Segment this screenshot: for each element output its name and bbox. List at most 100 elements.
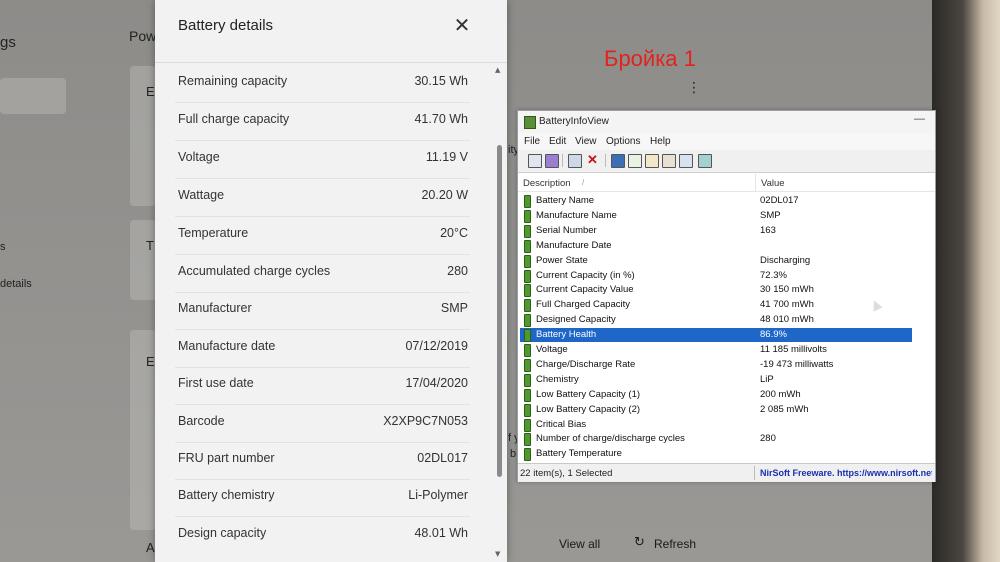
- battery-icon: [524, 299, 531, 313]
- toolbar-separator: [605, 154, 606, 167]
- list-row[interactable]: Current Capacity Value 30 150 mWh: [520, 283, 912, 298]
- exit-icon[interactable]: [698, 154, 712, 168]
- options-icon[interactable]: [679, 154, 693, 168]
- copy-icon[interactable]: [645, 154, 659, 168]
- card-letter-fragment: E: [146, 354, 155, 369]
- detail-label: Accumulated charge cycles: [178, 264, 331, 278]
- row-description: Chemistry: [536, 373, 579, 385]
- list-row[interactable]: Battery Temperature: [520, 447, 912, 462]
- column-separator[interactable]: [755, 174, 756, 191]
- menu-view[interactable]: View: [575, 136, 597, 147]
- panel-title: Battery details: [178, 17, 274, 34]
- battery-icon: [524, 418, 531, 432]
- properties-icon[interactable]: [528, 154, 542, 168]
- row-value: 163: [760, 224, 776, 236]
- detail-row: Battery chemistry Li-Polymer: [175, 478, 470, 517]
- detail-row: Voltage 11.19 V: [175, 140, 470, 179]
- battery-icon: [524, 195, 531, 208]
- battery-log-icon[interactable]: [545, 154, 559, 168]
- detail-value: 02DL017: [417, 451, 468, 465]
- detail-row: Full charge capacity 41.70 Wh: [175, 102, 470, 141]
- minimize-icon[interactable]: —: [914, 113, 925, 125]
- row-value: LiP: [760, 373, 774, 385]
- list-row[interactable]: Serial Number 163: [520, 224, 912, 238]
- more-options-icon[interactable]: ⋮: [687, 80, 701, 96]
- list-row[interactable]: Battery Name 02DL017: [520, 194, 912, 208]
- list-row[interactable]: Low Battery Capacity (1) 200 mWh: [520, 388, 912, 402]
- detail-label: Barcode: [178, 414, 225, 428]
- detail-value: 280: [447, 264, 468, 278]
- menu-help[interactable]: Help: [650, 136, 671, 147]
- list-row[interactable]: Low Battery Capacity (2) 2 085 mWh: [520, 403, 912, 417]
- row-description: Current Capacity (in %): [536, 269, 635, 281]
- row-value: 86.9%: [760, 329, 787, 341]
- list-header: Description / Value: [518, 174, 935, 192]
- detail-value: 20°C: [440, 226, 468, 240]
- detail-label: Voltage: [178, 150, 220, 164]
- list-row[interactable]: Number of charge/discharge cycles 280: [520, 432, 912, 447]
- delete-icon[interactable]: ✕: [587, 152, 598, 168]
- settings-nav-details-fragment[interactable]: details: [0, 278, 32, 290]
- detail-value: 41.70 Wh: [414, 112, 468, 126]
- list-row[interactable]: Battery Health 86.9%: [520, 328, 912, 343]
- list-row[interactable]: Full Charged Capacity 41 700 mWh: [520, 298, 912, 313]
- detail-value: 17/04/2020: [405, 376, 468, 390]
- row-description: Low Battery Capacity (1): [536, 388, 641, 400]
- status-bar: 22 item(s), 1 Selected NirSoft Freeware.…: [518, 463, 935, 482]
- battery-icon: [524, 344, 531, 357]
- list-row[interactable]: Charge/Discharge Rate -19 473 milliwatts: [520, 358, 912, 372]
- detail-label: Battery chemistry: [178, 488, 275, 502]
- battery-icon: [524, 448, 531, 462]
- settings-card: [130, 220, 156, 300]
- row-value: 11 185 millivolts: [760, 344, 827, 355]
- detail-label: FRU part number: [178, 451, 275, 465]
- monitor-bezel: [932, 0, 1000, 562]
- scroll-up-arrow-icon[interactable]: ▲: [495, 66, 504, 74]
- list-row[interactable]: Voltage 11 185 millivolts: [520, 343, 912, 357]
- save-icon[interactable]: [611, 154, 625, 168]
- detail-row: FRU part number 02DL017: [175, 441, 470, 480]
- html-report-icon[interactable]: [662, 154, 676, 168]
- detail-label: Wattage: [178, 188, 225, 202]
- window-icon[interactable]: [568, 154, 582, 168]
- row-value: 41 700 mWh: [760, 299, 814, 311]
- nirsoft-link[interactable]: NirSoft Freeware. https://www.nirsoft.ne…: [760, 468, 932, 478]
- close-icon[interactable]: ✕: [451, 14, 473, 36]
- column-value[interactable]: Value: [761, 178, 785, 189]
- row-description: Designed Capacity: [536, 314, 616, 326]
- row-value: 72.3%: [760, 269, 787, 281]
- column-description[interactable]: Description: [523, 178, 571, 189]
- row-value: -19 473 milliwatts: [760, 358, 834, 370]
- list-row[interactable]: Manufacture Date: [520, 239, 912, 253]
- list-row[interactable]: Power State Discharging: [520, 254, 912, 268]
- detail-value: 07/12/2019: [405, 339, 468, 353]
- refresh-icon[interactable]: ↻: [634, 535, 645, 550]
- refresh-list-icon[interactable]: [628, 154, 642, 168]
- row-value: 48 010 mWh: [760, 314, 814, 326]
- refresh-button[interactable]: Refresh: [654, 537, 696, 551]
- row-value: 02DL017: [760, 195, 799, 206]
- list-row[interactable]: Critical Bias: [520, 418, 912, 432]
- list-row[interactable]: Chemistry LiP: [520, 373, 912, 387]
- menu-edit[interactable]: Edit: [549, 136, 566, 147]
- menu-file[interactable]: File: [524, 136, 540, 147]
- detail-row: First use date 17/04/2020: [175, 366, 470, 405]
- scroll-down-arrow-icon[interactable]: ▼: [495, 550, 504, 558]
- list-row[interactable]: Current Capacity (in %) 72.3%: [520, 269, 912, 283]
- view-all-button[interactable]: View all: [559, 537, 600, 551]
- list-row[interactable]: Manufacture Name SMP: [520, 209, 912, 223]
- row-description: Full Charged Capacity: [536, 299, 630, 311]
- window-titlebar[interactable]: BatteryInfoView —: [518, 111, 935, 133]
- settings-nav-fragment: s: [0, 241, 6, 253]
- row-description: Manufacture Name: [536, 209, 617, 221]
- battery-icon: [524, 388, 531, 402]
- row-description: Serial Number: [536, 224, 597, 236]
- row-value: SMP: [760, 209, 781, 221]
- battery-icon: [524, 209, 531, 223]
- list-row[interactable]: Designed Capacity 48 010 mWh: [520, 313, 912, 328]
- batteryinfoview-window: BatteryInfoView — File Edit View Options…: [517, 110, 936, 482]
- menu-options[interactable]: Options: [606, 136, 640, 147]
- status-item-count: 22 item(s), 1 Selected: [520, 468, 613, 479]
- scrollbar-thumb[interactable]: [497, 145, 502, 477]
- battery-icon: [524, 254, 531, 268]
